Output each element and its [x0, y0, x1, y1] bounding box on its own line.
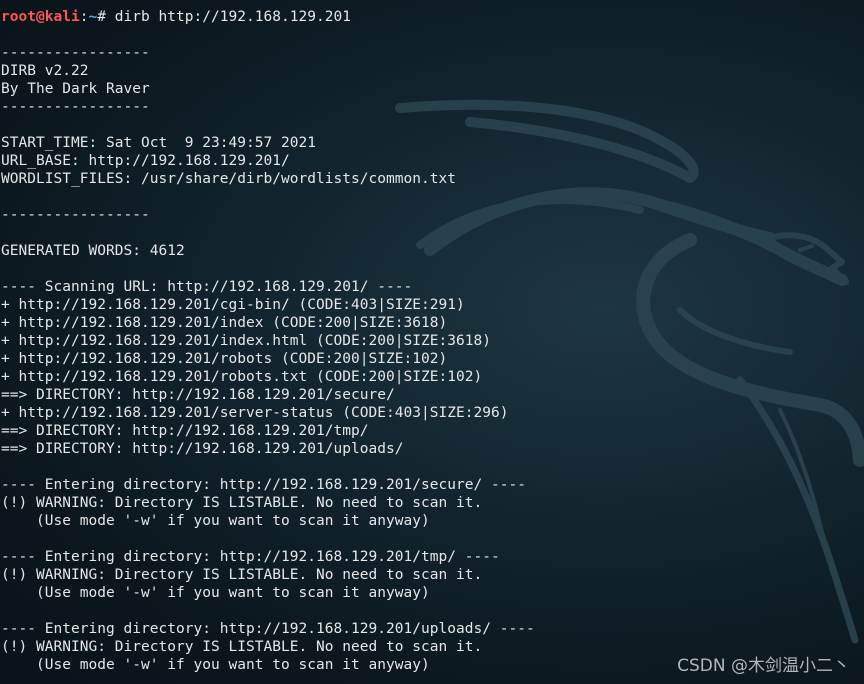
output-line: + http://192.168.129.201/robots (CODE:20…: [1, 351, 448, 367]
terminal-output[interactable]: root@kali:~# dirb http://192.168.129.201…: [1, 8, 863, 674]
output-line: START_TIME: Sat Oct 9 23:49:57 2021: [1, 135, 316, 151]
output-line: ---- Entering directory: http://192.168.…: [1, 621, 535, 637]
output-line: + http://192.168.129.201/index.html (COD…: [1, 333, 491, 349]
output-line: -----------------: [1, 207, 150, 223]
csdn-watermark: CSDN @木剑温小二丶: [677, 656, 850, 676]
output-line: ==> DIRECTORY: http://192.168.129.201/se…: [1, 387, 395, 403]
output-line: + http://192.168.129.201/cgi-bin/ (CODE:…: [1, 297, 465, 313]
output-line: ---- Entering directory: http://192.168.…: [1, 549, 500, 565]
output-line: GENERATED WORDS: 4612: [1, 243, 185, 259]
prompt-path: ~: [88, 9, 98, 25]
output-line: (Use mode '-w' if you want to scan it an…: [1, 513, 430, 529]
output-line: By The Dark Raver: [1, 81, 150, 97]
output-line: -----------------: [1, 99, 150, 115]
output-line: + http://192.168.129.201/server-status (…: [1, 405, 509, 421]
output-line: ==> DIRECTORY: http://192.168.129.201/tm…: [1, 423, 369, 439]
output-line: URL_BASE: http://192.168.129.201/: [1, 153, 290, 169]
output-line: ---- Scanning URL: http://192.168.129.20…: [1, 279, 413, 295]
command-text: dirb http://192.168.129.201: [114, 9, 351, 25]
output-line: -----------------: [1, 45, 150, 61]
output-line: + http://192.168.129.201/robots.txt (COD…: [1, 369, 483, 385]
output-line: ---- Entering directory: http://192.168.…: [1, 477, 526, 493]
output-line: + http://192.168.129.201/index (CODE:200…: [1, 315, 448, 331]
prompt-user-host: root@kali: [1, 9, 80, 25]
prompt-symbol: #: [97, 9, 115, 25]
output-line: (!) WARNING: Directory IS LISTABLE. No n…: [1, 567, 483, 583]
output-line: DIRB v2.22: [1, 63, 89, 79]
output-line: (Use mode '-w' if you want to scan it an…: [1, 585, 430, 601]
command-prompt-line: root@kali:~# dirb http://192.168.129.201: [1, 8, 863, 26]
output-line: WORDLIST_FILES: /usr/share/dirb/wordlist…: [1, 171, 456, 187]
output-line: ==> DIRECTORY: http://192.168.129.201/up…: [1, 441, 404, 457]
output-line: (!) WARNING: Directory IS LISTABLE. No n…: [1, 495, 483, 511]
prompt-separator: :: [79, 9, 89, 25]
